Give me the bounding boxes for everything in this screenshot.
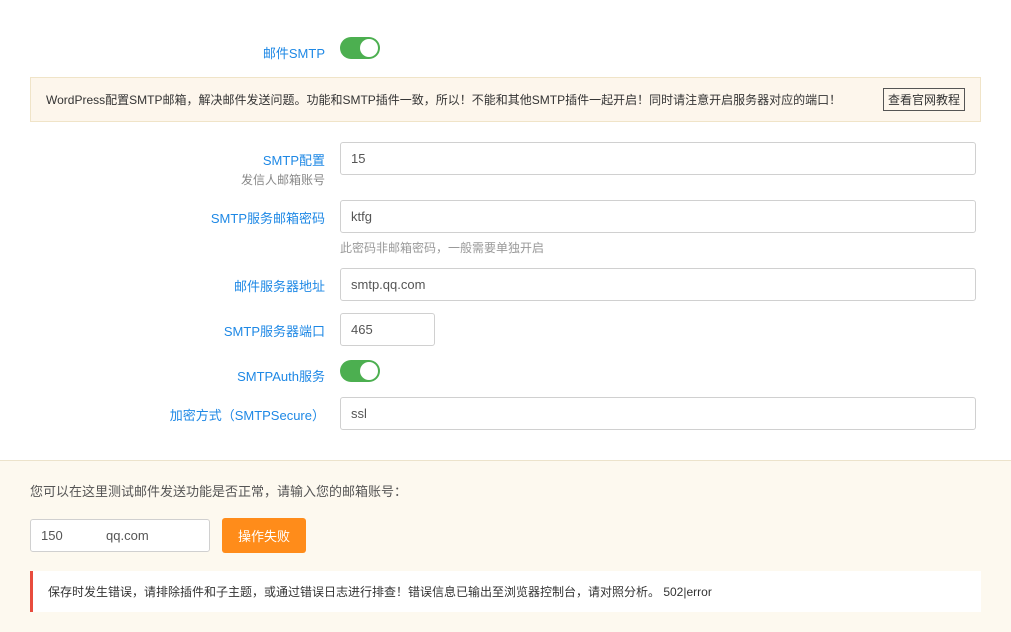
- mail-server-input[interactable]: [340, 268, 976, 301]
- error-text: 保存时发生错误，请排除插件和子主题，或通过错误日志进行排查！错误信息已输出至浏览…: [48, 585, 712, 599]
- test-prompt: 您可以在这里测试邮件发送功能是否正常，请输入您的邮箱账号：: [30, 481, 981, 500]
- smtp-port-label: SMTP服务器端口: [0, 321, 325, 340]
- mail-server-label: 邮件服务器地址: [0, 276, 325, 295]
- smtp-toggle[interactable]: [340, 37, 380, 59]
- smtp-config-label: SMTP配置: [0, 150, 325, 169]
- notice-box: WordPress配置SMTP邮箱，解决邮件发送问题。功能和SMTP插件一致，所…: [30, 77, 981, 122]
- smtp-secure-label: 加密方式（SMTPSecure）: [0, 405, 325, 424]
- test-email-input[interactable]: [30, 519, 210, 552]
- test-submit-button[interactable]: 操作失败: [222, 518, 306, 553]
- notice-link[interactable]: 查看官网教程: [883, 88, 965, 111]
- smtp-port-input[interactable]: [340, 313, 435, 346]
- smtp-auth-label: SMTPAuth服务: [0, 366, 325, 385]
- test-section: 您可以在这里测试邮件发送功能是否正常，请输入您的邮箱账号： 操作失败 保存时发生…: [0, 460, 1011, 632]
- smtp-password-help: 此密码非邮箱密码，一般需要单独开启: [340, 239, 976, 256]
- smtp-auth-toggle[interactable]: [340, 360, 380, 382]
- smtp-toggle-label: 邮件SMTP: [0, 43, 325, 62]
- smtp-config-input[interactable]: [340, 142, 976, 175]
- smtp-config-sublabel: 发信人邮箱账号: [0, 171, 325, 188]
- smtp-password-input[interactable]: [340, 200, 976, 233]
- smtp-password-label: SMTP服务邮箱密码: [0, 208, 325, 227]
- notice-text: WordPress配置SMTP邮箱，解决邮件发送问题。功能和SMTP插件一致，所…: [46, 91, 841, 108]
- smtp-secure-input[interactable]: [340, 397, 976, 430]
- error-box: 保存时发生错误，请排除插件和子主题，或通过错误日志进行排查！错误信息已输出至浏览…: [30, 571, 981, 612]
